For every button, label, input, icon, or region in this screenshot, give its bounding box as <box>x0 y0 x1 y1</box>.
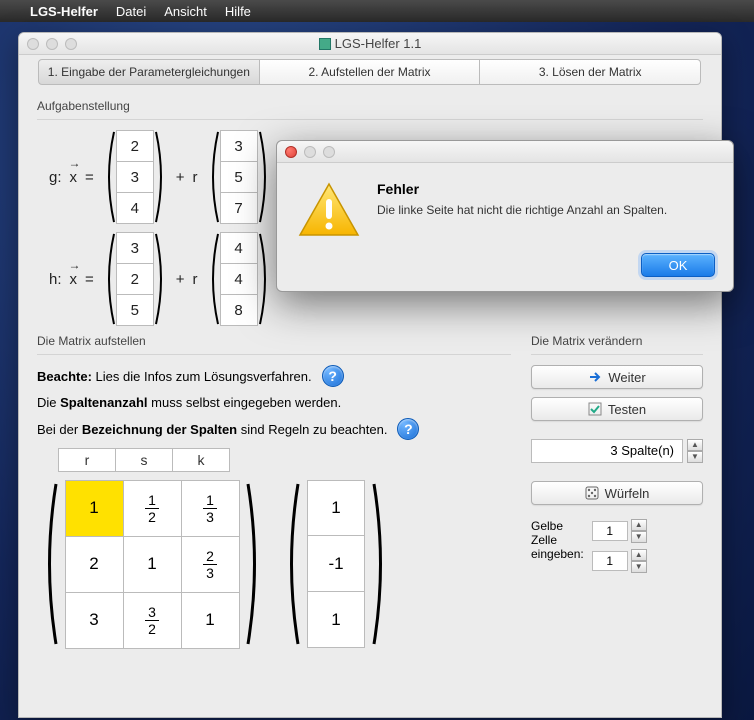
info-beachte: Beachte: Lies die Infos zum Lösungsverfa… <box>37 365 511 387</box>
rhs-cell[interactable]: 1 <box>307 480 365 536</box>
system-menubar: LGS-Helfer Datei Ansicht Hilfe <box>0 0 754 22</box>
col-label-input[interactable]: k <box>172 448 230 472</box>
paren-left-icon <box>41 480 59 648</box>
window-title: LGS-Helfer 1.1 <box>19 36 721 51</box>
gelbe-label: Gelbe Zelle eingeben: <box>531 519 584 561</box>
vec-cell[interactable]: 8 <box>220 294 258 326</box>
zoom-icon[interactable] <box>65 38 77 50</box>
matrix-cell[interactable]: 1 <box>181 592 240 649</box>
gelbe-input-1[interactable] <box>592 521 628 541</box>
spalten-stepper[interactable]: 3 Spalte(n) ▲▼ <box>531 439 703 463</box>
matrix-cell[interactable]: 2 <box>65 536 124 593</box>
rhs-cell[interactable]: -1 <box>307 535 365 592</box>
sidepanel-heading: Die Matrix verändern <box>531 334 703 348</box>
dialog-title: Fehler <box>377 181 667 197</box>
vec-cell[interactable]: 2 <box>116 130 154 162</box>
testen-button[interactable]: Testen <box>531 397 703 421</box>
stepper-up-icon[interactable]: ▲ <box>687 439 703 451</box>
vec-cell[interactable]: 2 <box>116 263 154 295</box>
column-headers: r s k <box>59 448 511 472</box>
matrix-cell[interactable]: 32 <box>123 592 182 649</box>
info-spaltenanzahl: Die Spaltenanzahl muss selbst eingegeben… <box>37 395 511 410</box>
warning-icon <box>297 181 361 239</box>
step-tabs: 1. Eingabe der Parametergleichungen 2. A… <box>19 55 721 89</box>
task-heading: Aufgabenstellung <box>37 99 703 113</box>
paren-right-icon <box>245 480 263 648</box>
tab-loesen[interactable]: 3. Lösen der Matrix <box>479 59 701 85</box>
zoom-icon <box>323 146 335 158</box>
matrix-cell[interactable]: 13 <box>181 480 240 537</box>
stepper-down-icon[interactable]: ▼ <box>687 451 703 463</box>
titlebar: LGS-Helfer 1.1 <box>19 33 721 55</box>
ok-button[interactable]: OK <box>641 253 715 277</box>
help-icon[interactable]: ? <box>397 418 419 440</box>
minimize-icon[interactable] <box>46 38 58 50</box>
matrix-cell[interactable]: 1 <box>65 480 124 537</box>
close-icon[interactable] <box>27 38 39 50</box>
app-menu[interactable]: LGS-Helfer <box>30 4 98 19</box>
vector-x-icon: x <box>70 169 78 186</box>
col-label-input[interactable]: s <box>115 448 173 472</box>
spalten-value: 3 Spalte(n) <box>531 439 683 463</box>
menu-hilfe[interactable]: Hilfe <box>225 4 251 19</box>
dice-icon <box>585 486 599 500</box>
vec-cell[interactable]: 5 <box>220 161 258 193</box>
wuerfeln-button[interactable]: Würfeln <box>531 481 703 505</box>
vec-cell[interactable]: 5 <box>116 294 154 326</box>
tab-aufstellen[interactable]: 2. Aufstellen der Matrix <box>259 59 481 85</box>
vec-cell[interactable]: 4 <box>116 192 154 224</box>
minimize-icon <box>304 146 316 158</box>
rhs-cell[interactable]: 1 <box>307 591 365 648</box>
menu-datei[interactable]: Datei <box>116 4 146 19</box>
gelbe-zelle-group: Gelbe Zelle eingeben: ▲▼ ▲▼ <box>531 519 703 573</box>
tab-eingabe[interactable]: 1. Eingabe der Parametergleichungen <box>38 59 260 85</box>
matrix-cell[interactable]: 23 <box>181 536 240 593</box>
gelbe-input-2[interactable] <box>592 551 628 571</box>
check-icon <box>588 402 602 416</box>
vec-cell[interactable]: 3 <box>220 130 258 162</box>
main-window: LGS-Helfer 1.1 1. Eingabe der Parameterg… <box>18 32 722 718</box>
vec-cell[interactable]: 3 <box>116 232 154 264</box>
menu-ansicht[interactable]: Ansicht <box>164 4 207 19</box>
vec-cell[interactable]: 7 <box>220 192 258 224</box>
vec-cell[interactable]: 3 <box>116 161 154 193</box>
vec-cell[interactable]: 4 <box>220 263 258 295</box>
app-icon <box>319 38 331 50</box>
stepper-up-icon[interactable]: ▲ <box>631 519 647 531</box>
paren-left-icon <box>283 480 301 648</box>
stepper-down-icon[interactable]: ▼ <box>631 561 647 573</box>
dialog-message: Die linke Seite hat nicht die richtige A… <box>377 203 667 217</box>
info-bezeichnung: Bei der Bezeichnung der Spalten sind Reg… <box>37 418 511 440</box>
paren-right-icon <box>371 480 389 648</box>
matrix-editor: 1121321233321 1-11 <box>41 480 511 648</box>
col-label-input[interactable]: r <box>58 448 116 472</box>
matrix-cell[interactable]: 3 <box>65 592 124 649</box>
matrix-cell[interactable]: 1 <box>123 536 182 593</box>
weiter-button[interactable]: Weiter <box>531 365 703 389</box>
help-icon[interactable]: ? <box>322 365 344 387</box>
stepper-up-icon[interactable]: ▲ <box>631 549 647 561</box>
stepper-down-icon[interactable]: ▼ <box>631 531 647 543</box>
error-dialog: Fehler Die linke Seite hat nicht die ric… <box>276 140 734 292</box>
matrix-cell[interactable]: 12 <box>123 480 182 537</box>
vec-cell[interactable]: 4 <box>220 232 258 264</box>
vector-x-icon: x <box>70 271 78 288</box>
close-icon[interactable] <box>285 146 297 158</box>
arrow-next-icon <box>588 370 602 384</box>
matrix-setup-heading: Die Matrix aufstellen <box>37 334 511 348</box>
